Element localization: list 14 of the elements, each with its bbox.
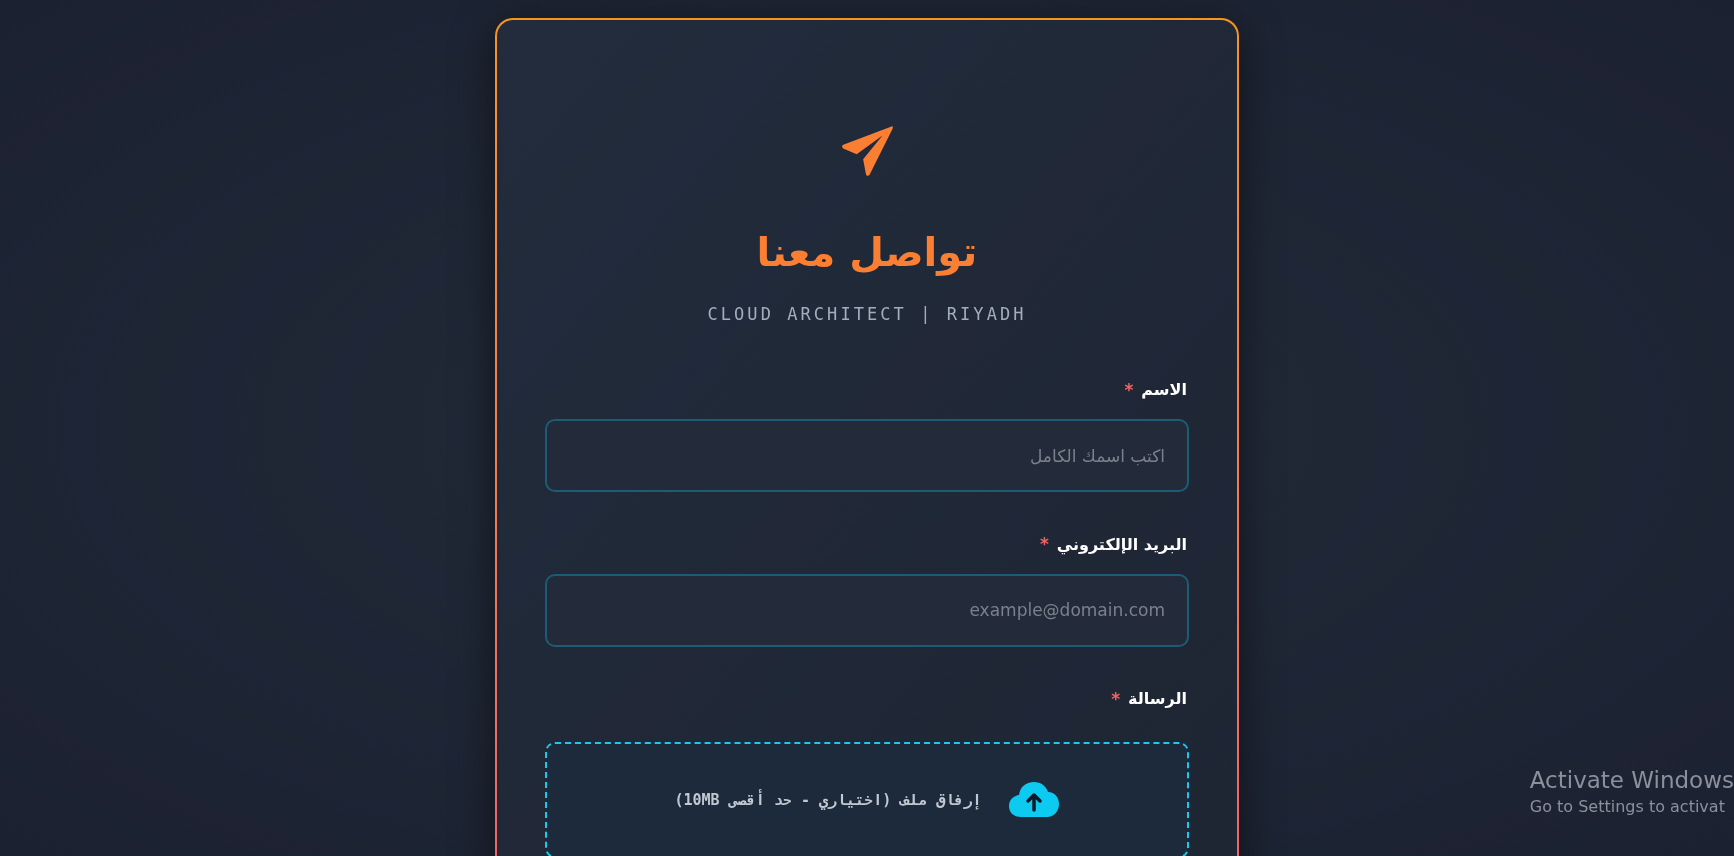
required-asterisk: * — [1039, 533, 1049, 556]
name-field[interactable]: اكتب اسمك الكامل — [545, 419, 1189, 492]
required-asterisk: * — [1111, 687, 1121, 711]
field-label: الاسم — [1141, 379, 1187, 402]
email-field[interactable]: example@domain.com — [545, 573, 1189, 647]
upload-label: إرفاق ملف (اختياري - حد أقصى 10MB) — [674, 788, 982, 812]
cloud-upload-icon — [1007, 781, 1060, 819]
activation-text: Go to Settings to activat — [1529, 796, 1726, 817]
subtitle: CLOUD ARCHITECT | RIYADH — [707, 303, 1027, 326]
required-asterisk: * — [1124, 378, 1134, 402]
field-label: البريد الإلكتروني — [1056, 533, 1187, 557]
file-upload-area[interactable]: إرفاق ملف (اختياري - حد أقصى 10MB) — [545, 742, 1189, 856]
activation-title: Activate Windows — [1529, 766, 1734, 795]
field-label: الرسالة — [1128, 688, 1187, 711]
